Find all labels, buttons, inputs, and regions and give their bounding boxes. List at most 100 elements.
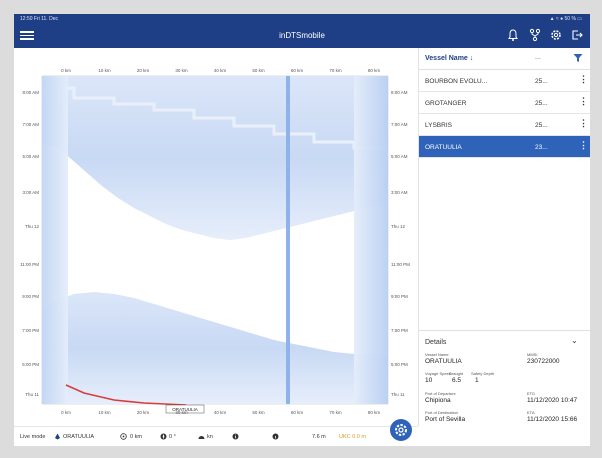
bottom-axis-tick: 10 km — [98, 410, 111, 415]
more-vertical-icon[interactable]: ⋮ — [579, 119, 588, 128]
left-axis-tick: 8:00 AM — [22, 90, 39, 95]
filter-icon[interactable] — [573, 53, 583, 63]
bottom-axis-tick: 50 km — [252, 410, 265, 415]
vessel-row-name: GROTANGER — [425, 100, 467, 107]
departure-label: Port of Departure — [425, 391, 456, 396]
status-bar: 12:50 Fri 11. Dec ▲ ≈ ● 50 % ▭ — [14, 14, 590, 24]
vessel-row-selected[interactable]: ORATUULIA 23... ⋮ — [419, 136, 590, 158]
right-axis-tick: 8:00 AM — [391, 90, 408, 95]
bottom-axis-tick: 30 km — [175, 410, 188, 415]
route-timeline-chart[interactable]: ORATUULIA 0 km 10 km 20 km 30 km 40 km 50 km 6… — [14, 48, 418, 426]
vessel-row-value: 25... — [535, 100, 548, 107]
settings-fab[interactable] — [390, 419, 412, 441]
status-time: 12:50 Fri 11. Dec — [20, 16, 58, 22]
km-readout: 0 km — [130, 434, 142, 440]
mmsi-label: MMSI — [527, 352, 538, 357]
etd-value: 11/12/2020 10:47 — [527, 397, 578, 404]
ukc-readout: UKC 0.0 m — [339, 434, 366, 440]
fork-icon[interactable] — [528, 28, 542, 42]
help-icon[interactable] — [272, 433, 279, 440]
right-axis-tick: 7:00 AM — [391, 122, 408, 127]
bell-icon[interactable] — [506, 28, 520, 42]
top-axis-tick: 10 km — [98, 68, 111, 73]
top-axis-tick: 60 km — [291, 68, 304, 73]
vessel-row-name: ORATUULIA — [425, 144, 462, 151]
departure-value: Chipiona — [425, 397, 451, 404]
info-icon[interactable] — [232, 433, 239, 440]
mmsi-value: 230722000 — [527, 358, 560, 365]
details-panel: Details ⌄ Vessel Name ORATUULIA MMSI 230… — [419, 330, 590, 426]
bottom-axis-tick: 20 km — [137, 410, 150, 415]
chevron-down-icon[interactable]: ⌄ — [571, 336, 578, 345]
bottom-axis-tick: 40 km — [214, 410, 227, 415]
more-vertical-icon[interactable]: ⋮ — [579, 97, 588, 106]
left-axis-tick: 5:00 AM — [22, 154, 39, 159]
compass-icon — [160, 433, 167, 440]
app-header: inDTSmobile — [14, 24, 590, 48]
bottom-axis-tick: 60 km — [291, 410, 304, 415]
right-axis-tick: 3:00 AM — [391, 190, 408, 195]
left-axis-tick: 7:00 AM — [22, 122, 39, 127]
live-mode-toggle[interactable]: Live mode — [20, 434, 45, 440]
left-axis-tick: 7:00 PM — [22, 328, 39, 333]
eta-label: ETA — [527, 410, 535, 415]
eta-value: 11/12/2020 15:66 — [527, 416, 578, 423]
more-vertical-icon[interactable]: ⋮ — [579, 141, 588, 150]
left-axis-tick: Thu 11 — [25, 392, 39, 397]
top-axis-tick: 50 km — [252, 68, 265, 73]
vessel-row-name: LYSBRIS — [425, 122, 452, 129]
vessel-name-value: ORATUULIA — [425, 358, 462, 365]
voyage-speed-label: Voyage Speed — [425, 371, 452, 376]
speed-readout: kn — [207, 434, 213, 440]
bottom-axis-tick: 80 km — [368, 410, 381, 415]
vessel-row[interactable]: BOURBON EVOLU... 25... ⋮ — [419, 70, 590, 92]
heading-readout: 0 ° — [169, 434, 176, 440]
vessel-row-value: 23... — [535, 144, 548, 151]
app-title: inDTSmobile — [279, 31, 325, 40]
more-vertical-icon[interactable]: ⋮ — [579, 75, 588, 84]
vessel-row[interactable]: GROTANGER 25... ⋮ — [419, 92, 590, 114]
left-shore-band — [42, 76, 68, 404]
vessel-row[interactable]: LYSBRIS 25... ⋮ — [419, 114, 590, 136]
gear-icon — [395, 424, 407, 436]
right-axis-tick: Thu 11 — [391, 392, 405, 397]
column-header[interactable]: ... — [535, 54, 541, 61]
right-axis-tick: 9:00 PM — [391, 294, 408, 299]
status-indicators: ▲ ≈ ● 50 % ▭ — [549, 16, 582, 22]
sort-by-name-button[interactable]: Vessel Name ↓ — [425, 55, 473, 62]
logout-icon[interactable] — [570, 28, 584, 42]
draught-label: Draught — [449, 371, 464, 376]
safety-depth-label: Safety Depth — [471, 371, 495, 376]
bottom-axis-tick: 70 km — [329, 410, 342, 415]
left-axis-tick: 5:00 PM — [22, 362, 39, 367]
destination-label: Port of Destination — [425, 410, 458, 415]
voyage-speed-value: 10 — [425, 377, 433, 384]
right-axis-tick: 5:00 AM — [391, 154, 408, 159]
left-axis-tick: 3:00 AM — [22, 190, 39, 195]
safety-depth-value: 1 — [475, 377, 479, 384]
draught-value: 6.5 — [452, 377, 462, 384]
app-screen: 12:50 Fri 11. Dec ▲ ≈ ● 50 % ▭ inDTSmobi… — [14, 14, 590, 446]
vessel-row-value: 25... — [535, 78, 548, 85]
bottom-status-bar: Live mode ORATUULIA 0 km 0 ° kn 7.6 m UK… — [14, 426, 418, 446]
vessel-sidebar: Vessel Name ↓ ... BOURBON EVOLU... 25...… — [418, 48, 590, 426]
depth-readout: 7.6 m — [312, 434, 326, 440]
left-axis-tick: 9:00 PM — [22, 294, 39, 299]
right-axis-tick: 5:00 PM — [391, 362, 408, 367]
gear-icon[interactable] — [549, 28, 563, 42]
bottom-axis-tick: 0 km — [61, 410, 71, 415]
top-axis-tick: 20 km — [137, 68, 150, 73]
vessel-list-header: Vessel Name ↓ ... — [419, 48, 590, 70]
etd-label: ETD — [527, 391, 535, 396]
vessel-row-name: BOURBON EVOLU... — [425, 78, 488, 85]
top-axis-tick: 70 km — [329, 68, 342, 73]
bridge-marker — [286, 76, 290, 404]
vessel-row-value: 25... — [535, 122, 548, 129]
left-axis-tick: Thu 12 — [25, 224, 40, 229]
top-axis-tick: 0 km — [61, 68, 71, 73]
current-vessel: ORATUULIA — [63, 434, 95, 440]
right-shore-band — [354, 76, 388, 404]
right-axis-tick: Thu 12 — [391, 224, 406, 229]
location-icon — [120, 433, 127, 440]
left-axis-tick: 11:00 PM — [20, 262, 39, 267]
